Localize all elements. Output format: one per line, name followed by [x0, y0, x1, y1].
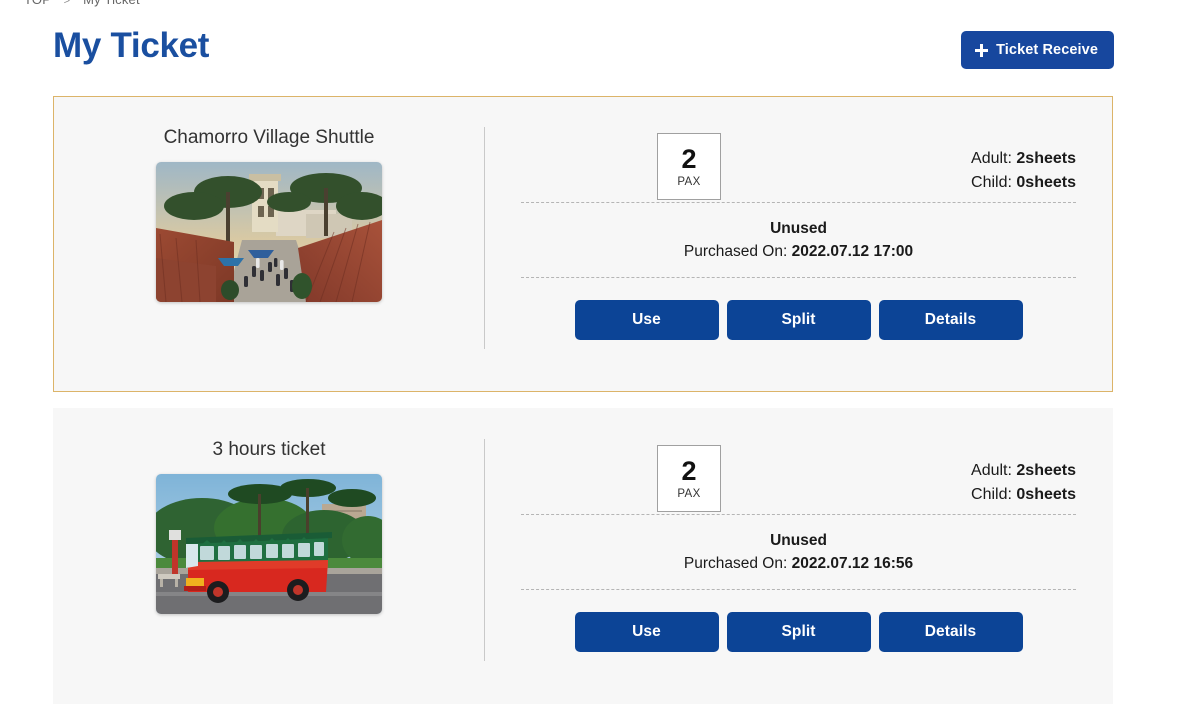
ticket-name: 3 hours ticket — [212, 439, 326, 460]
adult-count-value: 2sheets — [1016, 462, 1076, 479]
purchased-on-value: 2022.07.12 16:56 — [791, 555, 914, 573]
ticket-receive-button-label: Ticket Receive — [996, 42, 1098, 58]
ticket-summary: Chamorro Village Shuttle — [54, 97, 484, 391]
child-count-row: Child: 0sheets — [971, 171, 1076, 195]
breadcrumb-separator: > — [63, 0, 71, 7]
adult-count-row: Adult: 2sheets — [971, 147, 1076, 171]
pax-count: 2 — [681, 455, 697, 486]
pax-box: 2 PAX — [657, 445, 721, 512]
ticket-actions: Use Split Details — [485, 278, 1112, 340]
child-count-row: Child: 0sheets — [971, 483, 1076, 507]
ticket-counts-row: 2 PAX Adult: 2sheets Child: 0sheets — [485, 97, 1112, 202]
child-label: Child: — [971, 174, 1012, 192]
purchased-on-value: 2022.07.12 17:00 — [791, 243, 914, 261]
pax-label: PAX — [677, 175, 701, 188]
sheet-counts: Adult: 2sheets Child: 0sheets — [971, 459, 1076, 508]
page-title: My Ticket — [53, 26, 210, 65]
split-button[interactable]: Split — [726, 299, 871, 340]
breadcrumb-item-top[interactable]: TOP — [24, 0, 51, 7]
ticket-details: 2 PAX Adult: 2sheets Child: 0sheets Unus — [485, 409, 1112, 703]
page-header: My Ticket Ticket Receive — [0, 26, 1200, 82]
breadcrumb: TOP > My Ticket — [24, 0, 140, 7]
child-count-value: 0sheets — [1016, 486, 1076, 504]
ticket-receive-button[interactable]: Ticket Receive — [961, 31, 1114, 69]
adult-label: Adult: — [971, 462, 1012, 479]
adult-count-row: Adult: 2sheets — [971, 459, 1076, 483]
adult-label: Adult: — [971, 150, 1012, 167]
use-button[interactable]: Use — [574, 299, 719, 340]
ticket-counts-row: 2 PAX Adult: 2sheets Child: 0sheets — [485, 409, 1112, 514]
sheet-counts: Adult: 2sheets Child: 0sheets — [971, 147, 1076, 196]
pax-box: 2 PAX — [657, 133, 721, 200]
plus-icon — [975, 43, 989, 57]
ticket-actions: Use Split Details — [485, 590, 1112, 652]
use-button[interactable]: Use — [574, 611, 719, 652]
child-label: Child: — [971, 486, 1012, 504]
status-badge: Unused — [770, 220, 827, 237]
purchased-on-row: Purchased On: 2022.07.12 16:56 — [485, 552, 1112, 575]
my-ticket-page: TOP > My Ticket My Ticket Ticket Receive… — [0, 0, 1200, 712]
ticket-card[interactable]: 3 hours ticket 2 PAX Adult: 2sheets Chil… — [53, 408, 1113, 704]
ticket-summary: 3 hours ticket — [54, 409, 484, 703]
status-badge: Unused — [770, 532, 827, 549]
details-button[interactable]: Details — [878, 611, 1023, 652]
purchased-on-row: Purchased On: 2022.07.12 17:00 — [485, 240, 1112, 263]
ticket-status-block: Unused Purchased On: 2022.07.12 16:56 — [485, 515, 1112, 589]
purchased-on-label: Purchased On: — [683, 243, 788, 261]
red-trolley-bus-photo — [156, 473, 382, 614]
pax-label: PAX — [677, 487, 701, 500]
breadcrumb-item-my-ticket: My Ticket — [83, 0, 140, 7]
chamorro-village-photo — [156, 161, 382, 302]
child-count-value: 0sheets — [1016, 174, 1076, 192]
pax-count: 2 — [681, 143, 697, 174]
ticket-details: 2 PAX Adult: 2sheets Child: 0sheets Unus — [485, 97, 1112, 391]
split-button[interactable]: Split — [726, 611, 871, 652]
adult-count-value: 2sheets — [1016, 150, 1076, 167]
ticket-name: Chamorro Village Shuttle — [163, 127, 375, 148]
purchased-on-label: Purchased On: — [683, 555, 788, 573]
ticket-status-block: Unused Purchased On: 2022.07.12 17:00 — [485, 203, 1112, 277]
details-button[interactable]: Details — [878, 299, 1023, 340]
ticket-card[interactable]: Chamorro Village Shuttle 2 PAX Adult: 2s… — [53, 96, 1113, 392]
